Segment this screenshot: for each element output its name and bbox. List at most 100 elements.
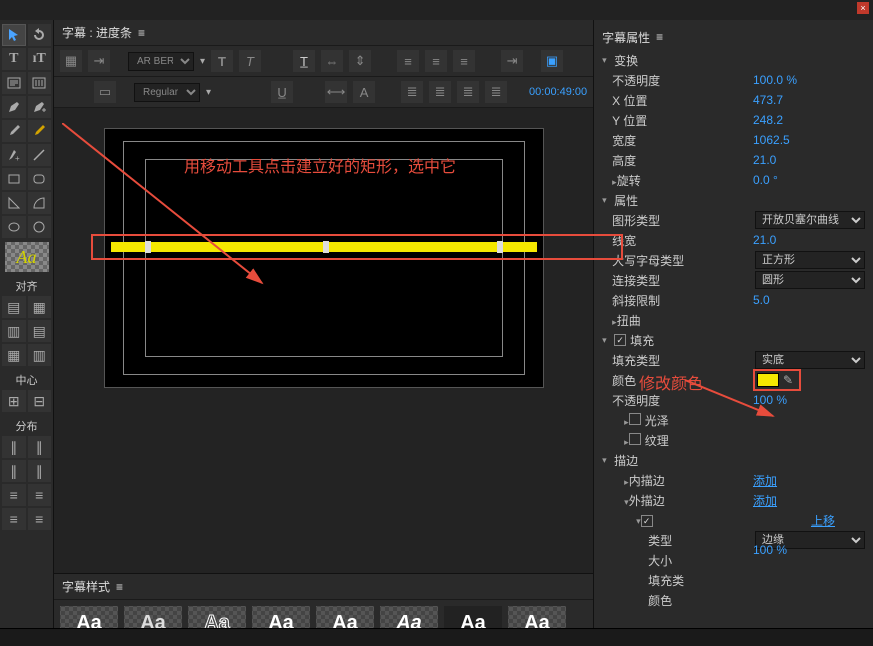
y-pos-value[interactable]: 248.2 [753, 113, 865, 127]
dist-6[interactable]: ≡ [28, 484, 52, 506]
center-v[interactable]: ⊟ [28, 390, 52, 412]
video-toggle-icon[interactable]: ▣ [541, 50, 563, 72]
center-panel: 字幕 : 进度条 ≡ ▦ ⇥ AR BER… ▾ T T T̲ ⇔ ⇕ ≡ ≡ … [54, 20, 594, 646]
cap-type-select[interactable]: 正方形 [755, 251, 865, 269]
dist-text2-icon[interactable]: ≣ [429, 81, 451, 103]
align-left[interactable]: ▤ [2, 296, 26, 318]
baseline-icon[interactable]: A [353, 81, 375, 103]
rotation-label: ▸旋转 [602, 172, 753, 189]
font-family-select[interactable]: AR BER… [128, 52, 194, 71]
x-pos-label: X 位置 [602, 92, 753, 109]
brush-alt-tool[interactable] [28, 120, 52, 142]
group-fill[interactable]: ▾✓填充 [602, 330, 865, 350]
dist-text4-icon[interactable]: ≣ [485, 81, 507, 103]
arc-tool[interactable] [28, 192, 52, 214]
dist-text-icon[interactable]: ≣ [401, 81, 423, 103]
vertical-type-tool[interactable]: ıT [28, 48, 52, 70]
texture-label: ▸纹理 [602, 432, 865, 449]
group-stroke[interactable]: ▾描边 [602, 450, 865, 470]
width-value[interactable]: 1062.5 [753, 133, 865, 147]
dist-2[interactable]: ∥ [28, 436, 52, 458]
outer-stroke-add[interactable]: 添加 [753, 492, 865, 509]
rotate-tool[interactable] [28, 24, 52, 46]
chevron-down-icon[interactable]: ▾ [206, 87, 211, 98]
fill-opacity-value[interactable]: 100 % [753, 393, 865, 407]
join-type-select[interactable]: 圆形 [755, 271, 865, 289]
center-h[interactable]: ⊞ [2, 390, 26, 412]
panel-menu-icon[interactable]: ≡ [656, 30, 663, 44]
fill-color-swatch[interactable] [757, 373, 779, 387]
ellipse-tool[interactable] [2, 216, 26, 238]
italic-icon[interactable]: T [239, 50, 261, 72]
chevron-down-icon[interactable]: ▾ [200, 56, 205, 67]
dist-7[interactable]: ≡ [2, 508, 26, 530]
fill-checkbox[interactable]: ✓ [614, 334, 626, 346]
align-right-icon[interactable]: ≡ [453, 50, 475, 72]
area-type-tool[interactable] [2, 72, 26, 94]
align-center-h[interactable]: ▦ [28, 296, 52, 318]
kerning-icon[interactable]: ⇔ [321, 50, 343, 72]
stroke-size-value[interactable]: 100 % [753, 543, 865, 557]
x-pos-value[interactable]: 473.7 [753, 93, 865, 107]
dist-4[interactable]: ∥ [28, 460, 52, 482]
pen-tool[interactable] [2, 96, 26, 118]
wedge-tool[interactable] [2, 192, 26, 214]
panel-menu-icon[interactable]: ≡ [116, 580, 123, 594]
add-anchor-tool[interactable] [28, 96, 52, 118]
align-left-icon[interactable]: ≡ [397, 50, 419, 72]
path-type-tool[interactable] [28, 72, 52, 94]
brush-tool[interactable] [2, 120, 26, 142]
align-right[interactable]: ▥ [2, 320, 26, 342]
grid-icon[interactable]: ▦ [60, 50, 82, 72]
align-bottom[interactable]: ▥ [28, 344, 52, 366]
line-width-value[interactable]: 21.0 [753, 233, 865, 247]
tab-icon[interactable]: ⇥ [501, 50, 523, 72]
move-up-link[interactable]: 上移 [753, 512, 865, 529]
group-attributes[interactable]: ▾属性 [602, 190, 865, 210]
font-weight-select[interactable]: Regular [134, 83, 200, 102]
snap-icon[interactable]: ⇥ [88, 50, 110, 72]
miter-value[interactable]: 5.0 [753, 293, 865, 307]
rounded-rect-tool[interactable] [28, 168, 52, 190]
dist-8[interactable]: ≡ [28, 508, 52, 530]
inner-stroke-add[interactable]: 添加 [753, 472, 865, 489]
underline-icon[interactable]: U̲ [271, 81, 293, 103]
dist-text3-icon[interactable]: ≣ [457, 81, 479, 103]
convert-anchor-tool[interactable]: + [2, 144, 26, 166]
texture-checkbox[interactable] [629, 433, 641, 445]
outer-stroke-checkbox[interactable]: ✓ [641, 515, 653, 527]
timecode-display[interactable]: 00:00:49:00 [529, 86, 587, 98]
dist-5[interactable]: ≡ [2, 484, 26, 506]
selection-tool[interactable] [2, 24, 26, 46]
type-tool[interactable]: T [2, 48, 26, 70]
close-button[interactable]: × [857, 2, 869, 14]
align-center-icon[interactable]: ≡ [425, 50, 447, 72]
circle-tool[interactable] [28, 216, 52, 238]
inner-stroke-label: ▸内描边 [602, 472, 753, 489]
tracking-icon[interactable]: ⟷ [325, 81, 347, 103]
fill-type-select[interactable]: 实底 [755, 351, 865, 369]
rotation-value[interactable]: 0.0 ° [753, 173, 865, 187]
line-width-label: 线宽 [602, 232, 753, 249]
graphic-type-select[interactable]: 开放贝塞尔曲线 [755, 211, 865, 229]
panel-menu-icon[interactable]: ≡ [138, 26, 145, 40]
bold-icon[interactable]: T [211, 50, 233, 72]
style-swatch: Aa [5, 242, 49, 272]
height-label: 高度 [602, 152, 753, 169]
leading-icon[interactable]: ⇕ [349, 50, 371, 72]
sheen-checkbox[interactable] [629, 413, 641, 425]
properties-panel: 字幕属性 ≡ ▾变换 不透明度100.0 % X 位置473.7 Y 位置248… [594, 20, 873, 646]
height-value[interactable]: 21.0 [753, 153, 865, 167]
opacity-value[interactable]: 100.0 % [753, 73, 865, 87]
align-middle[interactable]: ▦ [2, 344, 26, 366]
dist-3[interactable]: ∥ [2, 460, 26, 482]
fill-opacity-label: 不透明度 [602, 392, 753, 409]
template-icon[interactable]: ▭ [94, 81, 116, 103]
dist-1[interactable]: ∥ [2, 436, 26, 458]
line-tool[interactable] [28, 144, 52, 166]
rectangle-tool[interactable] [2, 168, 26, 190]
size-icon[interactable]: T̲ [293, 50, 315, 72]
group-transform[interactable]: ▾变换 [602, 50, 865, 70]
eyedropper-icon[interactable]: ✎ [783, 373, 797, 387]
align-top[interactable]: ▤ [28, 320, 52, 342]
